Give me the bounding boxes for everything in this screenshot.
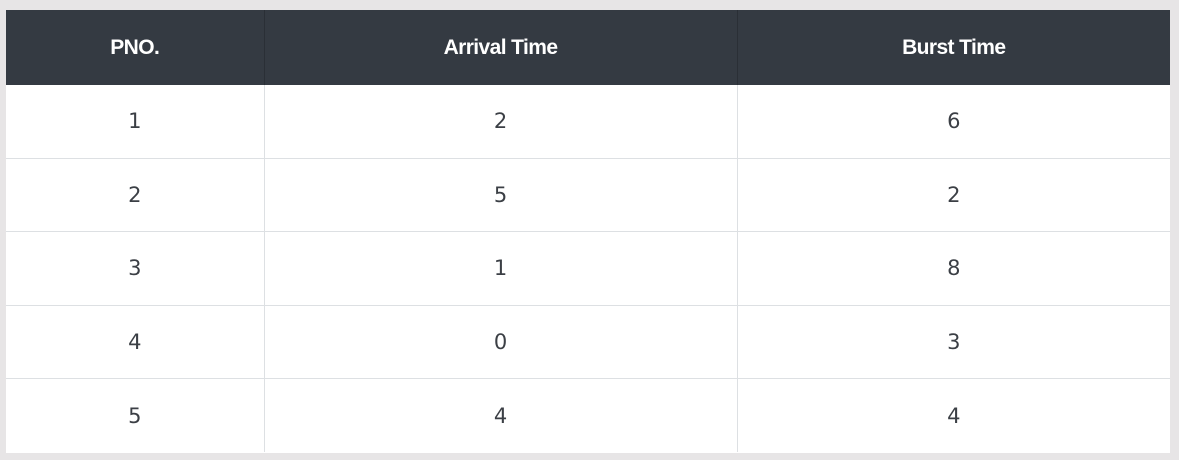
cell-arrival-time: 0 <box>264 304 738 379</box>
cell-burst-time: 4 <box>737 378 1170 452</box>
cell-pno: 5 <box>6 378 265 452</box>
cell-pno: 4 <box>6 304 265 379</box>
column-header-arrival-time: Arrival Time <box>264 10 738 85</box>
cell-burst-time: 2 <box>737 157 1170 232</box>
cell-arrival-time: 1 <box>264 231 738 306</box>
table-body: 1 2 6 2 5 2 3 1 8 4 0 3 5 4 4 <box>6 85 1170 452</box>
table-row: 5 4 4 <box>6 378 1170 452</box>
header-row: PNO. Arrival Time Burst Time <box>6 10 1170 85</box>
cell-pno: 1 <box>6 85 265 159</box>
table-header: PNO. Arrival Time Burst Time <box>6 10 1170 85</box>
cell-pno: 3 <box>6 231 265 306</box>
cell-burst-time: 6 <box>947 109 961 134</box>
column-header-burst-time: Burst Time <box>737 10 1170 85</box>
process-table-container: PNO. Arrival Time Burst Time 1 2 6 2 5 2… <box>6 10 1170 453</box>
table-row: 1 2 6 <box>6 85 1170 159</box>
process-table: PNO. Arrival Time Burst Time 1 2 6 2 5 2… <box>6 10 1170 452</box>
column-header-pno: PNO. <box>6 10 265 85</box>
table-row: 4 0 3 <box>6 304 1170 379</box>
cell-burst-time: 8 <box>737 231 1170 306</box>
table-row: 3 1 8 <box>6 231 1170 306</box>
cell-arrival-time: 5 <box>264 157 738 232</box>
cell-arrival-time: 4 <box>264 378 738 452</box>
cell-burst-time: 3 <box>737 304 1170 379</box>
cell-pno: 2 <box>6 157 265 232</box>
table-row: 2 5 2 <box>6 157 1170 232</box>
cell-arrival-time: 2 <box>264 85 738 159</box>
